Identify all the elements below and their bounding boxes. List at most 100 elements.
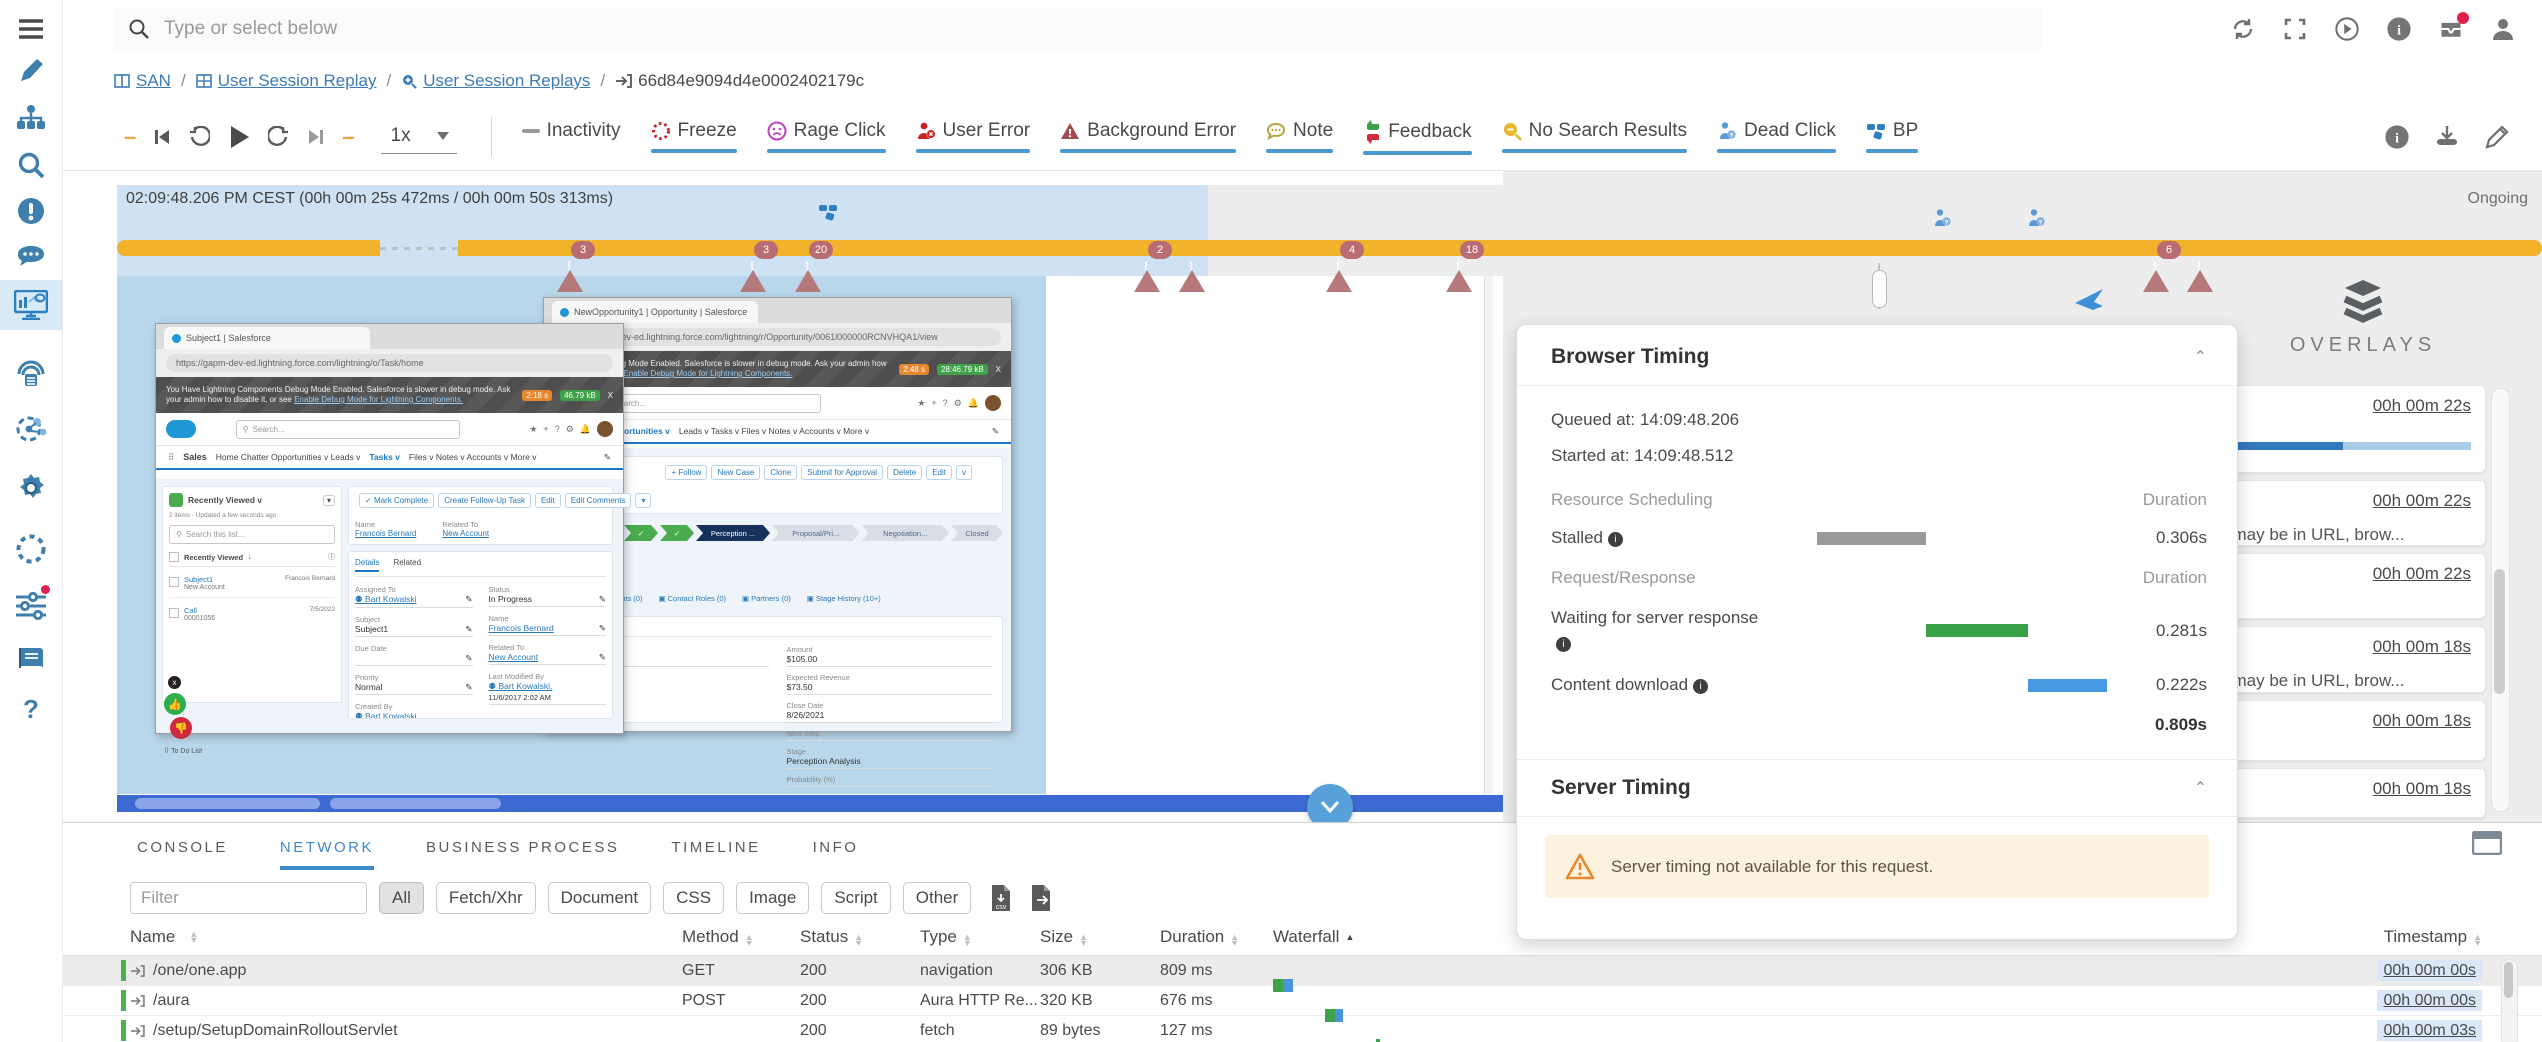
more-button[interactable]: v [956, 465, 972, 480]
delete-button[interactable]: Delete [887, 465, 922, 480]
filter-chip-other[interactable]: Other [903, 882, 972, 914]
sidebar-item-help[interactable]: ? [0, 684, 62, 734]
tab-related[interactable]: Related [393, 558, 421, 572]
info-circle-icon[interactable]: i [2386, 16, 2412, 42]
edit-button[interactable]: Edit [926, 465, 952, 480]
timeline-error-marker[interactable]: 18 [1446, 253, 1472, 276]
column-header-type[interactable]: Type▲▼ [920, 927, 1040, 947]
timestamp-link[interactable]: 00h 00m 00s [2377, 990, 2482, 1011]
timeline-error-marker[interactable]: 6 [2143, 253, 2169, 276]
tab-info[interactable]: INFO [813, 839, 859, 870]
clone-button[interactable]: Clone [764, 465, 797, 480]
checkbox[interactable] [169, 608, 179, 618]
export-csv-icon[interactable]: csv [989, 884, 1013, 912]
play-circle-icon[interactable] [2334, 16, 2360, 42]
checkbox[interactable] [169, 577, 179, 587]
column-header-size[interactable]: Size▲▼ [1040, 927, 1160, 947]
skip-back-button[interactable] [152, 127, 172, 147]
timeline-error-marker[interactable]: 20 [795, 253, 821, 276]
filter-chip-all[interactable]: All [379, 882, 424, 914]
timestamp-link[interactable]: 00h 00m 00s [2377, 960, 2482, 981]
toggle-dead-click[interactable]: ?Dead Click [1717, 120, 1836, 153]
toggle-background-error[interactable]: Background Error [1060, 120, 1236, 153]
column-header-name[interactable]: Name▲▼ [62, 927, 682, 947]
refresh-icon[interactable] [2230, 16, 2256, 42]
feedback-close-button[interactable]: x [168, 676, 181, 689]
info-icon[interactable]: i [1556, 637, 1571, 652]
list-filter-button[interactable]: ▾ [635, 493, 651, 508]
toggle-rage-click[interactable]: Rage Click [767, 120, 886, 153]
checkbox[interactable] [169, 552, 179, 562]
banner-link[interactable]: Enable Debug Mode for Lightning Componen… [623, 369, 792, 378]
filter-input[interactable] [130, 882, 367, 914]
info-circle-icon[interactable]: i [2384, 124, 2410, 150]
toggle-bp[interactable]: BP [1866, 120, 1918, 153]
trim-end-handle[interactable]: – [342, 124, 354, 150]
network-row[interactable]: /one/one.app GET 200 navigation 306 KB 8… [62, 956, 2542, 986]
toggle-no-search-results[interactable]: No Search Results [1502, 120, 1687, 153]
column-header-status[interactable]: Status▲▼ [800, 927, 920, 947]
breadcrumb-link-san[interactable]: SAN [114, 71, 171, 91]
sidebar-item-selection[interactable] [0, 524, 62, 574]
timeline-error-marker[interactable]: 3 [557, 253, 583, 276]
chevron-up-icon[interactable]: ⌃ [2194, 347, 2207, 367]
timeline-error-marker[interactable]: 2 [1134, 253, 1160, 276]
toggle-inactivity[interactable]: Inactivity [522, 120, 621, 153]
popout-window-icon[interactable] [2472, 831, 2502, 855]
tab-business-process[interactable]: BUSINESS PROCESS [426, 839, 619, 870]
thumbs-up-button[interactable]: 👍 [164, 693, 186, 715]
play-button[interactable] [226, 124, 252, 150]
column-header-duration[interactable]: Duration▲▼ [1160, 927, 1273, 947]
toggle-user-error[interactable]: User Error [916, 120, 1031, 153]
network-row[interactable]: /aura POST 200 Aura HTTP Re... 320 KB 67… [62, 986, 2542, 1016]
tab-timeline[interactable]: TIMELINE [671, 839, 760, 870]
banner-close[interactable]: X [996, 365, 1001, 374]
playback-speed-select[interactable]: 1x [381, 121, 457, 154]
info-icon[interactable]: i [1608, 532, 1623, 547]
sidebar-item-rings[interactable] [0, 348, 62, 398]
sidebar-item-search[interactable] [0, 140, 62, 190]
sidebar-item-chat[interactable] [0, 232, 62, 282]
popup-section-header[interactable]: Browser Timing ⌃ [1517, 325, 2237, 386]
timeline-dead-click-marker[interactable]: ? [2026, 208, 2046, 228]
sidebar-item-edit-pencil[interactable] [0, 46, 62, 96]
overlays-scrollbar[interactable] [2491, 388, 2510, 812]
tab-console[interactable]: CONSOLE [137, 839, 228, 870]
table-scrollbar[interactable] [2501, 959, 2518, 1042]
toggle-note[interactable]: Note [1266, 120, 1333, 153]
timeline-error-marker[interactable] [2187, 253, 2213, 276]
sidebar-item-alert[interactable] [0, 186, 62, 236]
fullscreen-icon[interactable] [2282, 16, 2308, 42]
timeline-error-marker[interactable]: 4 [1326, 253, 1352, 276]
new-case-button[interactable]: New Case [711, 465, 760, 480]
overlays-scrollbar-thumb[interactable] [2494, 569, 2505, 694]
breadcrumb-link-user-session-replay[interactable]: User Session Replay [196, 71, 377, 91]
export-har-icon[interactable] [1029, 884, 1053, 912]
edit-button[interactable]: Edit [535, 493, 561, 508]
banner-close[interactable]: X [608, 391, 613, 400]
mark-complete-button[interactable]: ✓ Mark Complete [359, 493, 434, 508]
filter-chip-script[interactable]: Script [821, 882, 890, 914]
session-timeline[interactable]: 02:09:48.206 PM CEST (00h 00m 25s 472ms … [62, 170, 2542, 276]
download-icon[interactable] [2434, 124, 2460, 150]
edit-icon[interactable] [2484, 124, 2510, 150]
info-icon[interactable]: i [1693, 679, 1708, 694]
server-timing-header[interactable]: Server Timing ⌃ [1517, 759, 2237, 817]
chevron-up-icon[interactable]: ⌃ [2194, 778, 2207, 798]
timeline-error-marker[interactable]: 3 [740, 253, 766, 276]
banner-link[interactable]: Enable Debug Mode for Lightning Componen… [294, 395, 463, 404]
filter-chip-image[interactable]: Image [736, 882, 809, 914]
filter-chip-css[interactable]: CSS [663, 882, 724, 914]
breadcrumb-link-user-session-replays[interactable]: User Session Replays [401, 71, 590, 91]
replay-progress-bar[interactable] [117, 795, 1503, 812]
user-icon[interactable] [2490, 16, 2516, 42]
global-search[interactable] [114, 8, 2042, 50]
list-search[interactable]: ⚲Search this list... [169, 525, 335, 544]
sidebar-item-sitemap[interactable] [0, 93, 62, 143]
follow-button[interactable]: + Follow [665, 465, 707, 480]
stage-current[interactable]: Perception ... [696, 525, 770, 541]
sidebar-item-session-replay[interactable] [0, 280, 62, 330]
inbox-icon[interactable] [2438, 16, 2464, 42]
playhead-handle[interactable] [1872, 270, 1887, 308]
thumbs-down-button[interactable]: 👎 [170, 717, 192, 739]
